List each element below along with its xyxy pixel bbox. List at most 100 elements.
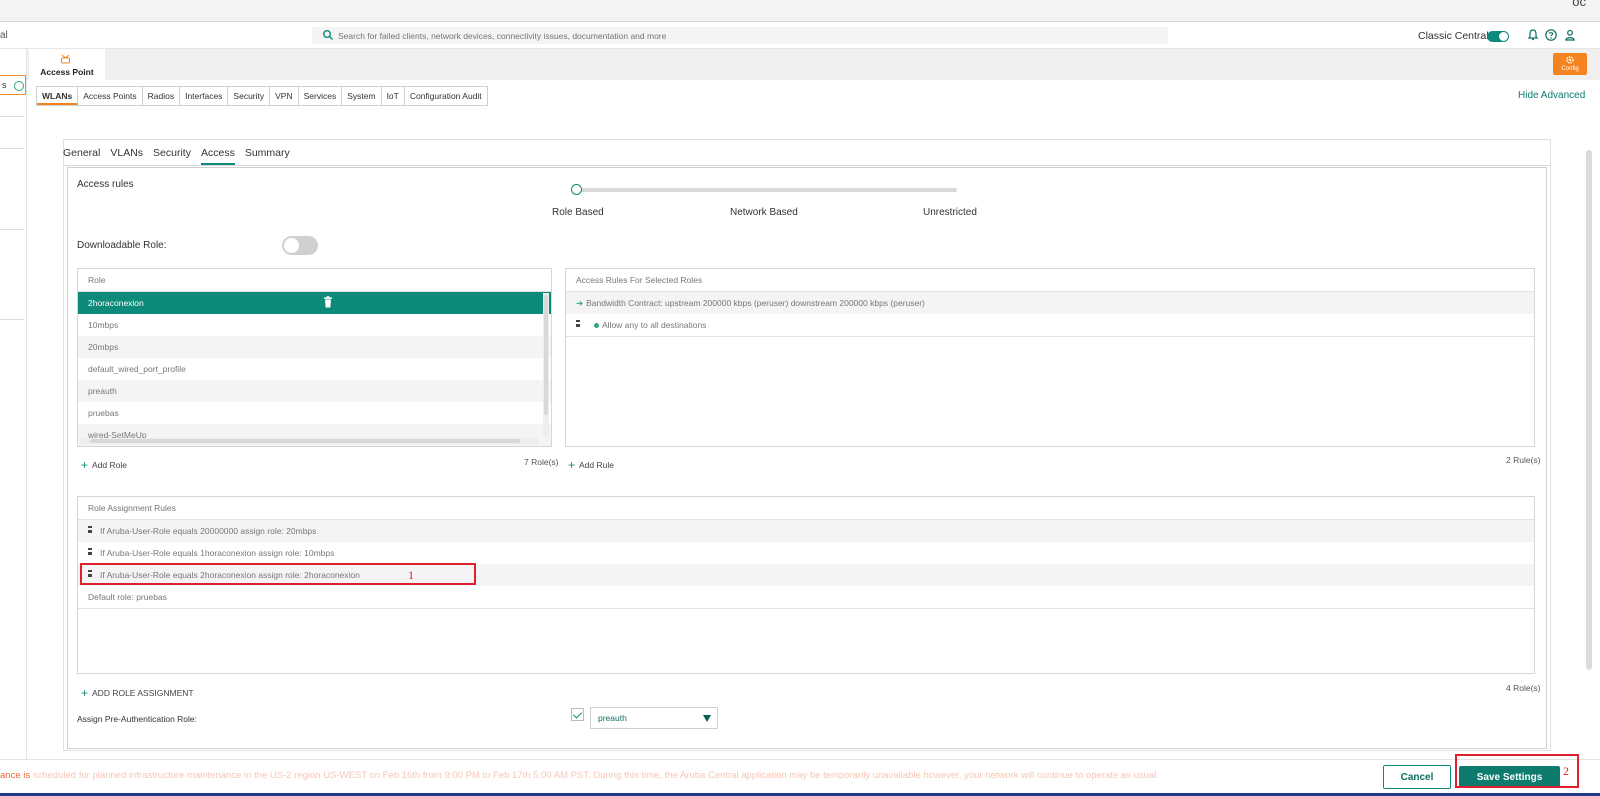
plus-icon: + — [81, 686, 89, 700]
gear-icon — [1566, 56, 1574, 64]
role-row[interactable]: 10mbps — [78, 314, 551, 336]
plus-icon: + — [568, 458, 576, 472]
tab-general[interactable]: General — [63, 143, 100, 165]
tab-system[interactable]: System — [342, 87, 382, 105]
page-scrollbar[interactable] — [1586, 138, 1592, 788]
slider-label-unrestricted[interactable]: Unrestricted — [923, 207, 977, 218]
access-point-tab[interactable]: Access Point — [29, 49, 105, 80]
access-rules-label: Access rules — [77, 179, 134, 190]
tab-access[interactable]: Access — [200, 143, 235, 165]
role-row[interactable]: pruebas — [78, 402, 551, 424]
tab-iot[interactable]: IoT — [382, 87, 405, 105]
access-rules-slider-track[interactable] — [576, 188, 957, 192]
sidebar-selected-item[interactable]: s — [0, 75, 26, 95]
user-icon[interactable] — [1563, 28, 1577, 42]
tab-services[interactable]: Services — [299, 87, 343, 105]
slider-label-network-based[interactable]: Network Based — [730, 207, 798, 218]
role-name: 2horaconexion — [88, 298, 144, 308]
assignment-row[interactable]: If Aruba-User-Role equals 20000000 assig… — [78, 520, 1534, 542]
role-row[interactable]: 20mbps — [78, 336, 551, 358]
left-sidebar: s — [0, 49, 27, 769]
access-rule-text: Allow any to all destinations — [602, 320, 707, 330]
assignment-divider — [78, 608, 1534, 609]
trash-icon[interactable] — [323, 296, 333, 308]
plus-icon: + — [81, 458, 89, 472]
wlan-tabs: General VLANs Security Access Summary — [63, 143, 300, 165]
assignment-text: If Aruba-User-Role equals 1horaconexion … — [100, 548, 335, 558]
sidebar-item-fragment: s — [2, 80, 7, 90]
access-rule-text: Bandwidth Contract: upstream 200000 kbps… — [586, 298, 925, 308]
drag-handle-icon[interactable] — [88, 526, 92, 533]
default-role-row[interactable]: Default role: pruebas — [78, 586, 1534, 608]
add-rule-button[interactable]: + Add Rule — [568, 457, 614, 472]
caret-down-icon — [703, 715, 711, 722]
config-subtabs: WLANs Access Points Radios Interfaces Se… — [36, 86, 488, 106]
access-rules-table: Access Rules For Selected Roles ➔ Bandwid… — [565, 268, 1535, 447]
roles-count: 7 Role(s) — [524, 457, 559, 467]
drag-handle-icon[interactable] — [576, 320, 580, 327]
access-rule-row[interactable]: Allow any to all destinations — [566, 314, 1534, 336]
tab-wlans[interactable]: WLANs — [37, 87, 79, 105]
tab-radios[interactable]: Radios — [143, 87, 181, 105]
add-role-label: Add Role — [92, 460, 127, 470]
assignment-row[interactable]: If Aruba-User-Role equals 1horaconexion … — [78, 542, 1534, 564]
help-icon[interactable] — [1544, 28, 1558, 42]
tab-interfaces[interactable]: Interfaces — [180, 87, 229, 105]
search-input[interactable] — [338, 27, 1158, 44]
sidebar-divider — [0, 229, 24, 230]
annotation-highlight-1 — [80, 563, 476, 585]
tab-access-points[interactable]: Access Points — [78, 87, 143, 105]
role-row[interactable]: preauth — [78, 380, 551, 402]
tab-summary[interactable]: Summary — [245, 143, 290, 165]
role-assignment-header: Role Assignment Rules — [78, 497, 1534, 520]
roles-vertical-scrollbar[interactable] — [543, 293, 549, 438]
cancel-button[interactable]: Cancel — [1383, 765, 1451, 789]
sidebar-divider — [0, 116, 24, 117]
rules-divider — [566, 336, 1534, 337]
tab-wlan-security[interactable]: Security — [153, 143, 191, 165]
roles-horizontal-scrollbar[interactable] — [80, 438, 538, 444]
tab-configuration-audit[interactable]: Configuration Audit — [405, 87, 487, 105]
add-role-assignment-label: ADD ROLE ASSIGNMENT — [92, 688, 194, 698]
top-strip: ос — [0, 0, 1600, 22]
preauth-role-label: Assign Pre-Authentication Role: — [77, 714, 198, 724]
downloadable-role-label: Downloadable Role: — [77, 240, 167, 251]
header-bar: al Classic Central — [0, 22, 1600, 49]
tab-security[interactable]: Security — [228, 87, 271, 105]
access-rules-slider-handle[interactable] — [571, 184, 582, 195]
bell-icon[interactable] — [1526, 28, 1540, 42]
drag-handle-icon[interactable] — [88, 548, 92, 555]
preauth-role-select[interactable]: preauth — [590, 707, 718, 729]
tab-vpn[interactable]: VPN — [270, 87, 299, 105]
role-row[interactable]: default_wired_port_profile — [78, 358, 551, 380]
top-right-glyph: ос — [1572, 0, 1586, 9]
banner-rest: scheduled for planned infrastructure mai… — [30, 770, 1159, 781]
rules-count: 2 Rule(s) — [1506, 455, 1541, 465]
classic-central-label: Classic Central — [1418, 30, 1489, 42]
global-search[interactable] — [312, 27, 1168, 44]
hide-advanced-link[interactable]: Hide Advanced — [1518, 90, 1585, 101]
add-role-button[interactable]: + Add Role — [81, 457, 127, 472]
access-rule-row[interactable]: ➔ Bandwidth Contract: upstream 200000 kbp… — [566, 292, 1534, 314]
preauth-role-checkbox[interactable] — [571, 708, 584, 721]
check-circle-icon — [14, 81, 24, 91]
tabs-divider — [63, 165, 1551, 166]
role-row[interactable]: 2horaconexion — [78, 292, 551, 314]
access-point-icon — [61, 54, 70, 64]
banner-lead: ance is — [0, 770, 31, 781]
arrow-right-icon: ➔ — [576, 298, 584, 308]
tab-vlans[interactable]: VLANs — [110, 143, 143, 165]
role-assignment-table: Role Assignment Rules If Aruba-User-Role… — [77, 496, 1535, 674]
classic-central-toggle[interactable] — [1487, 31, 1509, 42]
search-icon — [323, 30, 333, 40]
roles-table: Role 2horaconexion 10mbps 20mbps default… — [77, 268, 552, 447]
config-button[interactable]: Config — [1553, 53, 1587, 75]
slider-label-role-based[interactable]: Role Based — [552, 207, 604, 218]
add-role-assignment-button[interactable]: + ADD ROLE ASSIGNMENT — [81, 685, 194, 700]
roles-header: Role — [78, 269, 551, 292]
add-rule-label: Add Rule — [579, 460, 614, 470]
config-band — [27, 49, 1600, 80]
annotation-highlight-2 — [1455, 754, 1579, 788]
sidebar-divider — [0, 319, 24, 320]
downloadable-role-toggle[interactable] — [282, 236, 318, 255]
